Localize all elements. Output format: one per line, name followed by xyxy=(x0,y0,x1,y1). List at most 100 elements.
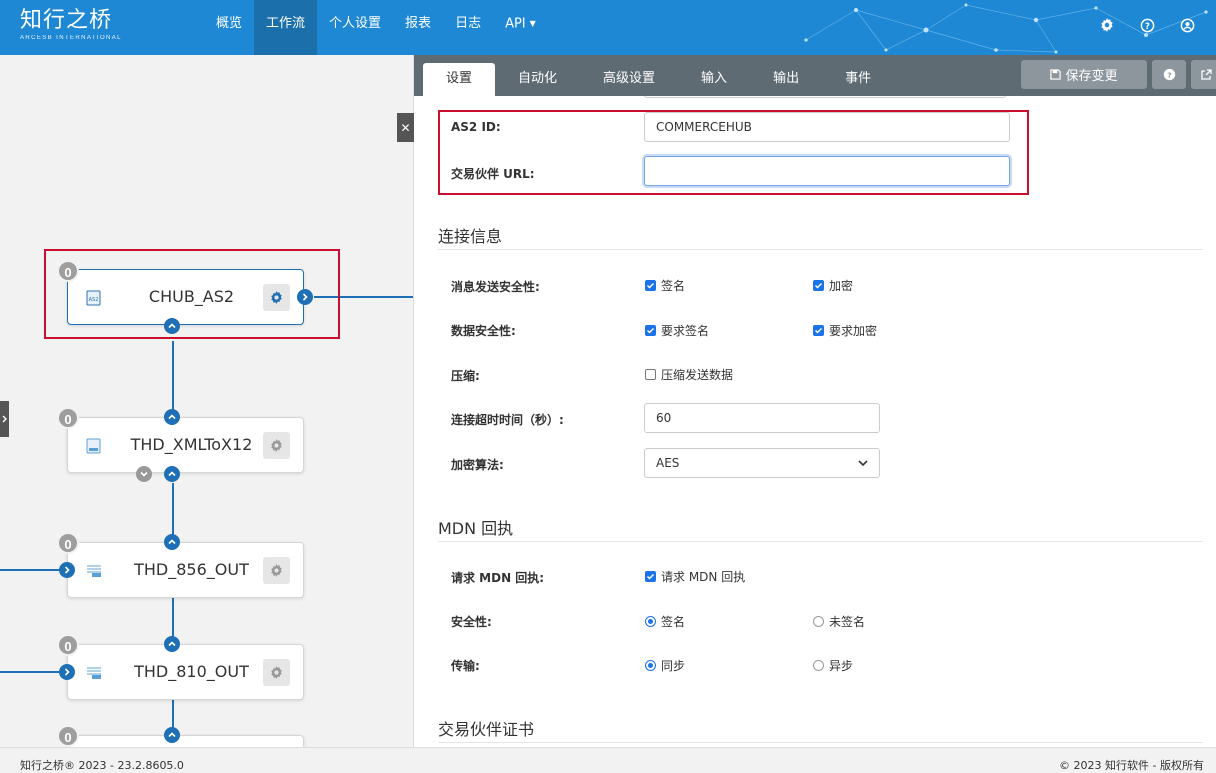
mdn-async-radio[interactable]: 异步 xyxy=(813,657,853,674)
mdn-delivery-label: 传输: xyxy=(451,659,480,673)
mdn-request-label: 请求 MDN 回执: xyxy=(451,571,545,585)
mdn-unsigned-radio[interactable]: 未签名 xyxy=(813,613,865,630)
copyright-text: © 2023 知行软件 - 版权所有 xyxy=(1059,759,1204,772)
node-message-count: 0 xyxy=(57,725,79,747)
xml-icon xyxy=(84,663,104,683)
radio-selected-icon xyxy=(645,616,656,627)
nav-item-overview[interactable]: 概览 xyxy=(204,0,254,55)
radio-label: 未签名 xyxy=(829,615,866,629)
input-port-chevron-right-icon[interactable] xyxy=(59,562,75,578)
encrypt-checkbox[interactable]: 加密 xyxy=(813,277,853,294)
sign-checkbox[interactable]: 签名 xyxy=(645,277,685,294)
node-settings-button[interactable] xyxy=(263,432,290,459)
help-icon[interactable]: ? xyxy=(1138,16,1156,34)
radio-selected-icon xyxy=(645,660,656,671)
svg-text:?: ? xyxy=(1145,20,1150,30)
settings-content[interactable]: AS2 ID: COMMERCEHUB 交易伙伴 URL: 连接信息 消息发送安… xyxy=(414,96,1216,747)
output-port-chevron-right-icon[interactable] xyxy=(297,289,313,305)
brand-name: 知行之桥 xyxy=(20,8,113,33)
workflow-node-chub-as2[interactable]: AS2 CHUB_AS2 xyxy=(67,269,304,325)
help-icon: ? xyxy=(1163,68,1175,81)
partner-url-input[interactable] xyxy=(644,156,1010,186)
workflow-node-thd-810-out[interactable]: THD_810_OUT xyxy=(67,644,304,700)
require-encrypt-checkbox[interactable]: 要求加密 xyxy=(813,322,877,339)
workflow-canvas[interactable]: AS2 CHUB_AS2 0 THD_XMLToX12 0 THD_856_OU… xyxy=(0,55,414,747)
nav-item-profile[interactable]: 个人设置 xyxy=(317,0,393,55)
node-title: THD_XMLToX12 xyxy=(130,435,253,454)
tab-settings[interactable]: 设置 xyxy=(423,63,496,96)
timeout-label: 连接超时时间（秒）: xyxy=(451,413,564,427)
connector-settings-panel: 设置 自动化 高级设置 输入 输出 事件 保存变更 ? AS2 ID: COMM… xyxy=(414,55,1216,747)
mdn-sync-radio[interactable]: 同步 xyxy=(645,657,685,674)
compress-checkbox[interactable]: 压缩发送数据 xyxy=(645,366,733,383)
output-port-chevron-up-icon[interactable] xyxy=(164,534,180,550)
mdn-request-checkbox[interactable]: 请求 MDN 回执 xyxy=(645,568,745,585)
node-message-count: 0 xyxy=(57,407,79,429)
checkbox-label: 签名 xyxy=(661,279,686,293)
section-title-connection: 连接信息 xyxy=(438,227,503,246)
node-settings-button[interactable] xyxy=(263,659,290,686)
help-button[interactable]: ? xyxy=(1152,60,1186,89)
chevron-down-icon xyxy=(858,459,868,466)
tab-label: 输出 xyxy=(773,71,800,86)
tab-label: 高级设置 xyxy=(603,71,656,86)
gear-icon[interactable] xyxy=(1098,16,1116,34)
nav-label: API xyxy=(505,16,526,32)
radio-label: 同步 xyxy=(661,659,686,673)
workflow-node-thd-xmltox12[interactable]: THD_XMLToX12 xyxy=(67,417,304,473)
open-external-button[interactable] xyxy=(1191,60,1216,89)
tab-events[interactable]: 事件 xyxy=(822,63,894,96)
tab-automation[interactable]: 自动化 xyxy=(495,63,580,96)
output-port-chevron-up-icon[interactable] xyxy=(164,636,180,652)
brand-logo[interactable]: 知行之桥 ARCESB INTERNATIONAL xyxy=(20,8,122,41)
algorithm-select[interactable]: AES xyxy=(644,448,880,478)
node-message-count: 0 xyxy=(57,532,79,554)
data-security-label: 数据安全性: xyxy=(451,324,516,338)
nav-item-logs[interactable]: 日志 xyxy=(443,0,493,55)
node-settings-button[interactable] xyxy=(263,284,290,311)
tab-advanced[interactable]: 高级设置 xyxy=(580,63,678,96)
user-icon[interactable] xyxy=(1178,16,1196,34)
checkbox-unchecked-icon xyxy=(645,369,656,380)
tab-label: 自动化 xyxy=(518,71,558,86)
close-panel-button[interactable]: ✕ xyxy=(397,113,414,142)
save-icon xyxy=(1050,69,1062,80)
checkbox-checked-icon xyxy=(645,571,656,582)
chevron-down-icon[interactable] xyxy=(136,466,152,482)
nav-item-api[interactable]: API ▼ xyxy=(493,0,548,55)
footer: 知行之桥® 2023 - 23.2.8605.0 © 2023 知行软件 - 版… xyxy=(0,747,1216,773)
node-settings-button[interactable] xyxy=(263,557,290,584)
timeout-input[interactable]: 60 xyxy=(644,403,880,433)
workflow-node-partial[interactable] xyxy=(67,735,304,747)
tab-input[interactable]: 输入 xyxy=(678,63,750,96)
input-port-chevron-up-icon[interactable] xyxy=(164,318,180,334)
tab-output[interactable]: 输出 xyxy=(750,63,822,96)
nav-item-reports[interactable]: 报表 xyxy=(393,0,443,55)
require-sign-checkbox[interactable]: 要求签名 xyxy=(645,322,709,339)
section-title-certificates: 交易伙伴证书 xyxy=(438,720,535,739)
expand-sidebar-chevron-right-icon[interactable] xyxy=(0,401,9,437)
partner-url-label: 交易伙伴 URL: xyxy=(451,167,535,181)
connector-line xyxy=(0,569,60,571)
output-port-chevron-up-icon[interactable] xyxy=(164,727,180,743)
input-port-chevron-right-icon[interactable] xyxy=(59,664,75,680)
nav-item-workflows[interactable]: 工作流 xyxy=(254,0,318,55)
node-title: THD_856_OUT xyxy=(134,560,249,579)
nav-label: 工作流 xyxy=(266,16,306,31)
node-title: CHUB_AS2 xyxy=(148,287,235,306)
as2-id-input[interactable]: COMMERCEHUB xyxy=(644,112,1010,142)
section-title-mdn: MDN 回执 xyxy=(438,519,514,538)
compression-label: 压缩: xyxy=(451,369,480,383)
input-port-chevron-up-icon[interactable] xyxy=(164,466,180,482)
radio-unselected-icon xyxy=(813,660,824,671)
output-port-chevron-up-icon[interactable] xyxy=(164,409,180,425)
save-changes-button[interactable]: 保存变更 xyxy=(1021,60,1147,89)
as2-id-label: AS2 ID: xyxy=(451,120,501,134)
checkbox-checked-icon xyxy=(813,325,824,336)
panel-tabbar: 设置 自动化 高级设置 输入 输出 事件 保存变更 ? xyxy=(414,55,1216,96)
select-value: AES xyxy=(656,456,680,470)
top-icons: ? xyxy=(1098,16,1196,34)
mdn-signed-radio[interactable]: 签名 xyxy=(645,613,685,630)
nav-label: 报表 xyxy=(405,16,432,31)
workflow-node-thd-856-out[interactable]: THD_856_OUT xyxy=(67,542,304,598)
